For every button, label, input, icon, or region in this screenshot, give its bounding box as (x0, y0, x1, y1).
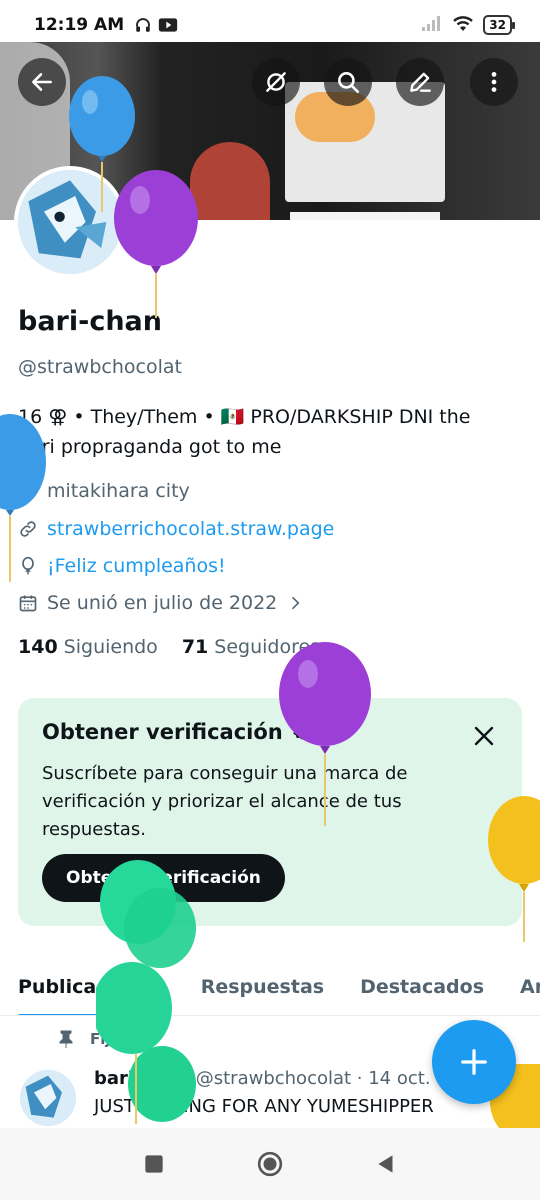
profile-handle: @strawbchocolat (18, 356, 182, 378)
search-button[interactable] (324, 58, 372, 106)
search-icon (338, 72, 360, 94)
tab-articles[interactable]: Artí (520, 976, 540, 998)
close-icon[interactable] (472, 724, 496, 748)
edit-profile-button[interactable] (396, 58, 444, 106)
more-options-button[interactable] (470, 58, 518, 106)
battery-indicator: 32 (483, 15, 515, 35)
chevron-right-icon (292, 596, 300, 610)
birthday-row: ¡Feliz cumpleaños! (18, 555, 226, 577)
signal-icon (421, 14, 443, 37)
joined-text: Se unió en julio de 2022 (47, 592, 278, 614)
tab-highlights[interactable]: Destacados (360, 976, 484, 998)
balloon-icon (22, 556, 34, 575)
profile-bio: 16 ⚢ • They/Them • 🇲🇽 PRO/DARKSHIP DNI t… (18, 402, 518, 462)
plus-icon (461, 1049, 487, 1075)
joined-row[interactable]: Se unió en julio de 2022 (18, 592, 312, 614)
location-row: mitakihara city (18, 480, 190, 502)
following-count: 140 (18, 636, 58, 658)
follow-stats: 140 Siguiendo 71 Seguidores (18, 636, 320, 658)
followers-link[interactable]: 71 Seguidores (182, 636, 320, 658)
followers-label: Seguidores (214, 636, 321, 658)
status-time: 12:19 AM (34, 15, 125, 35)
website-row[interactable]: strawberrichocolat.straw.page (18, 518, 334, 540)
location-text: mitakihara city (47, 480, 190, 502)
calendar-icon (19, 595, 37, 612)
youtube-icon (158, 17, 178, 33)
verification-title-text: Obtener verificación (42, 720, 283, 744)
post-text[interactable]: JUST A THING FOR ANY YUMESHIPPER (94, 1096, 434, 1117)
verification-title: Obtener verificación (42, 720, 313, 744)
hide-button[interactable] (252, 58, 300, 106)
post-author-name[interactable]: bari-chan (94, 1068, 190, 1089)
birthday-text: ¡Feliz cumpleaños! (47, 555, 226, 577)
system-nav-bar (0, 1128, 540, 1200)
back-arrow-icon (32, 73, 52, 91)
pinned-indicator: Fijado (58, 1030, 142, 1048)
website-link[interactable]: strawberrichocolat.straw.page (47, 518, 334, 540)
back-button-icon[interactable] (373, 1151, 399, 1177)
get-verified-button[interactable]: Obtener verificación (42, 854, 285, 902)
back-button[interactable] (18, 58, 66, 106)
bio-line: 16 ⚢ • They/Them • 🇲🇽 PRO/DARKSHIP DNI t… (18, 406, 471, 428)
profile-avatar[interactable] (14, 166, 126, 278)
verification-body: Suscríbete para conseguir una marca de v… (42, 763, 408, 840)
recents-button-icon[interactable] (141, 1151, 167, 1177)
more-options-icon (491, 72, 497, 92)
bio-line: bari propraganda got to me (18, 436, 282, 458)
post-header: bari-chan @strawbchocolat · 14 oct. (94, 1068, 431, 1089)
headphones-icon (134, 16, 152, 34)
following-label: Siguiendo (63, 636, 158, 658)
post-meta: @strawbchocolat · 14 oct. (195, 1068, 431, 1089)
location-pin-icon (21, 482, 35, 501)
hide-icon (266, 72, 286, 92)
post-author-avatar[interactable] (20, 1070, 76, 1126)
profile-name: bari-chan (18, 306, 162, 337)
profile-tabs: Publicaciones Respuestas Destacados Artí (0, 958, 540, 1016)
pin-icon (59, 1030, 73, 1048)
verification-card: Obtener verificación Suscríbete para con… (18, 698, 522, 926)
followers-count: 71 (181, 636, 209, 658)
tab-posts[interactable]: Publicaciones (18, 976, 165, 1015)
wifi-icon (451, 13, 475, 38)
edit-icon (410, 72, 431, 92)
home-button-icon[interactable] (257, 1151, 283, 1177)
link-icon (20, 521, 36, 537)
verified-badge-icon (293, 722, 311, 740)
tab-replies[interactable]: Respuestas (201, 976, 324, 998)
following-link[interactable]: 140 Siguiendo (18, 636, 158, 658)
pinned-label: Fijado (90, 1030, 142, 1048)
compose-post-button[interactable] (432, 1020, 516, 1104)
